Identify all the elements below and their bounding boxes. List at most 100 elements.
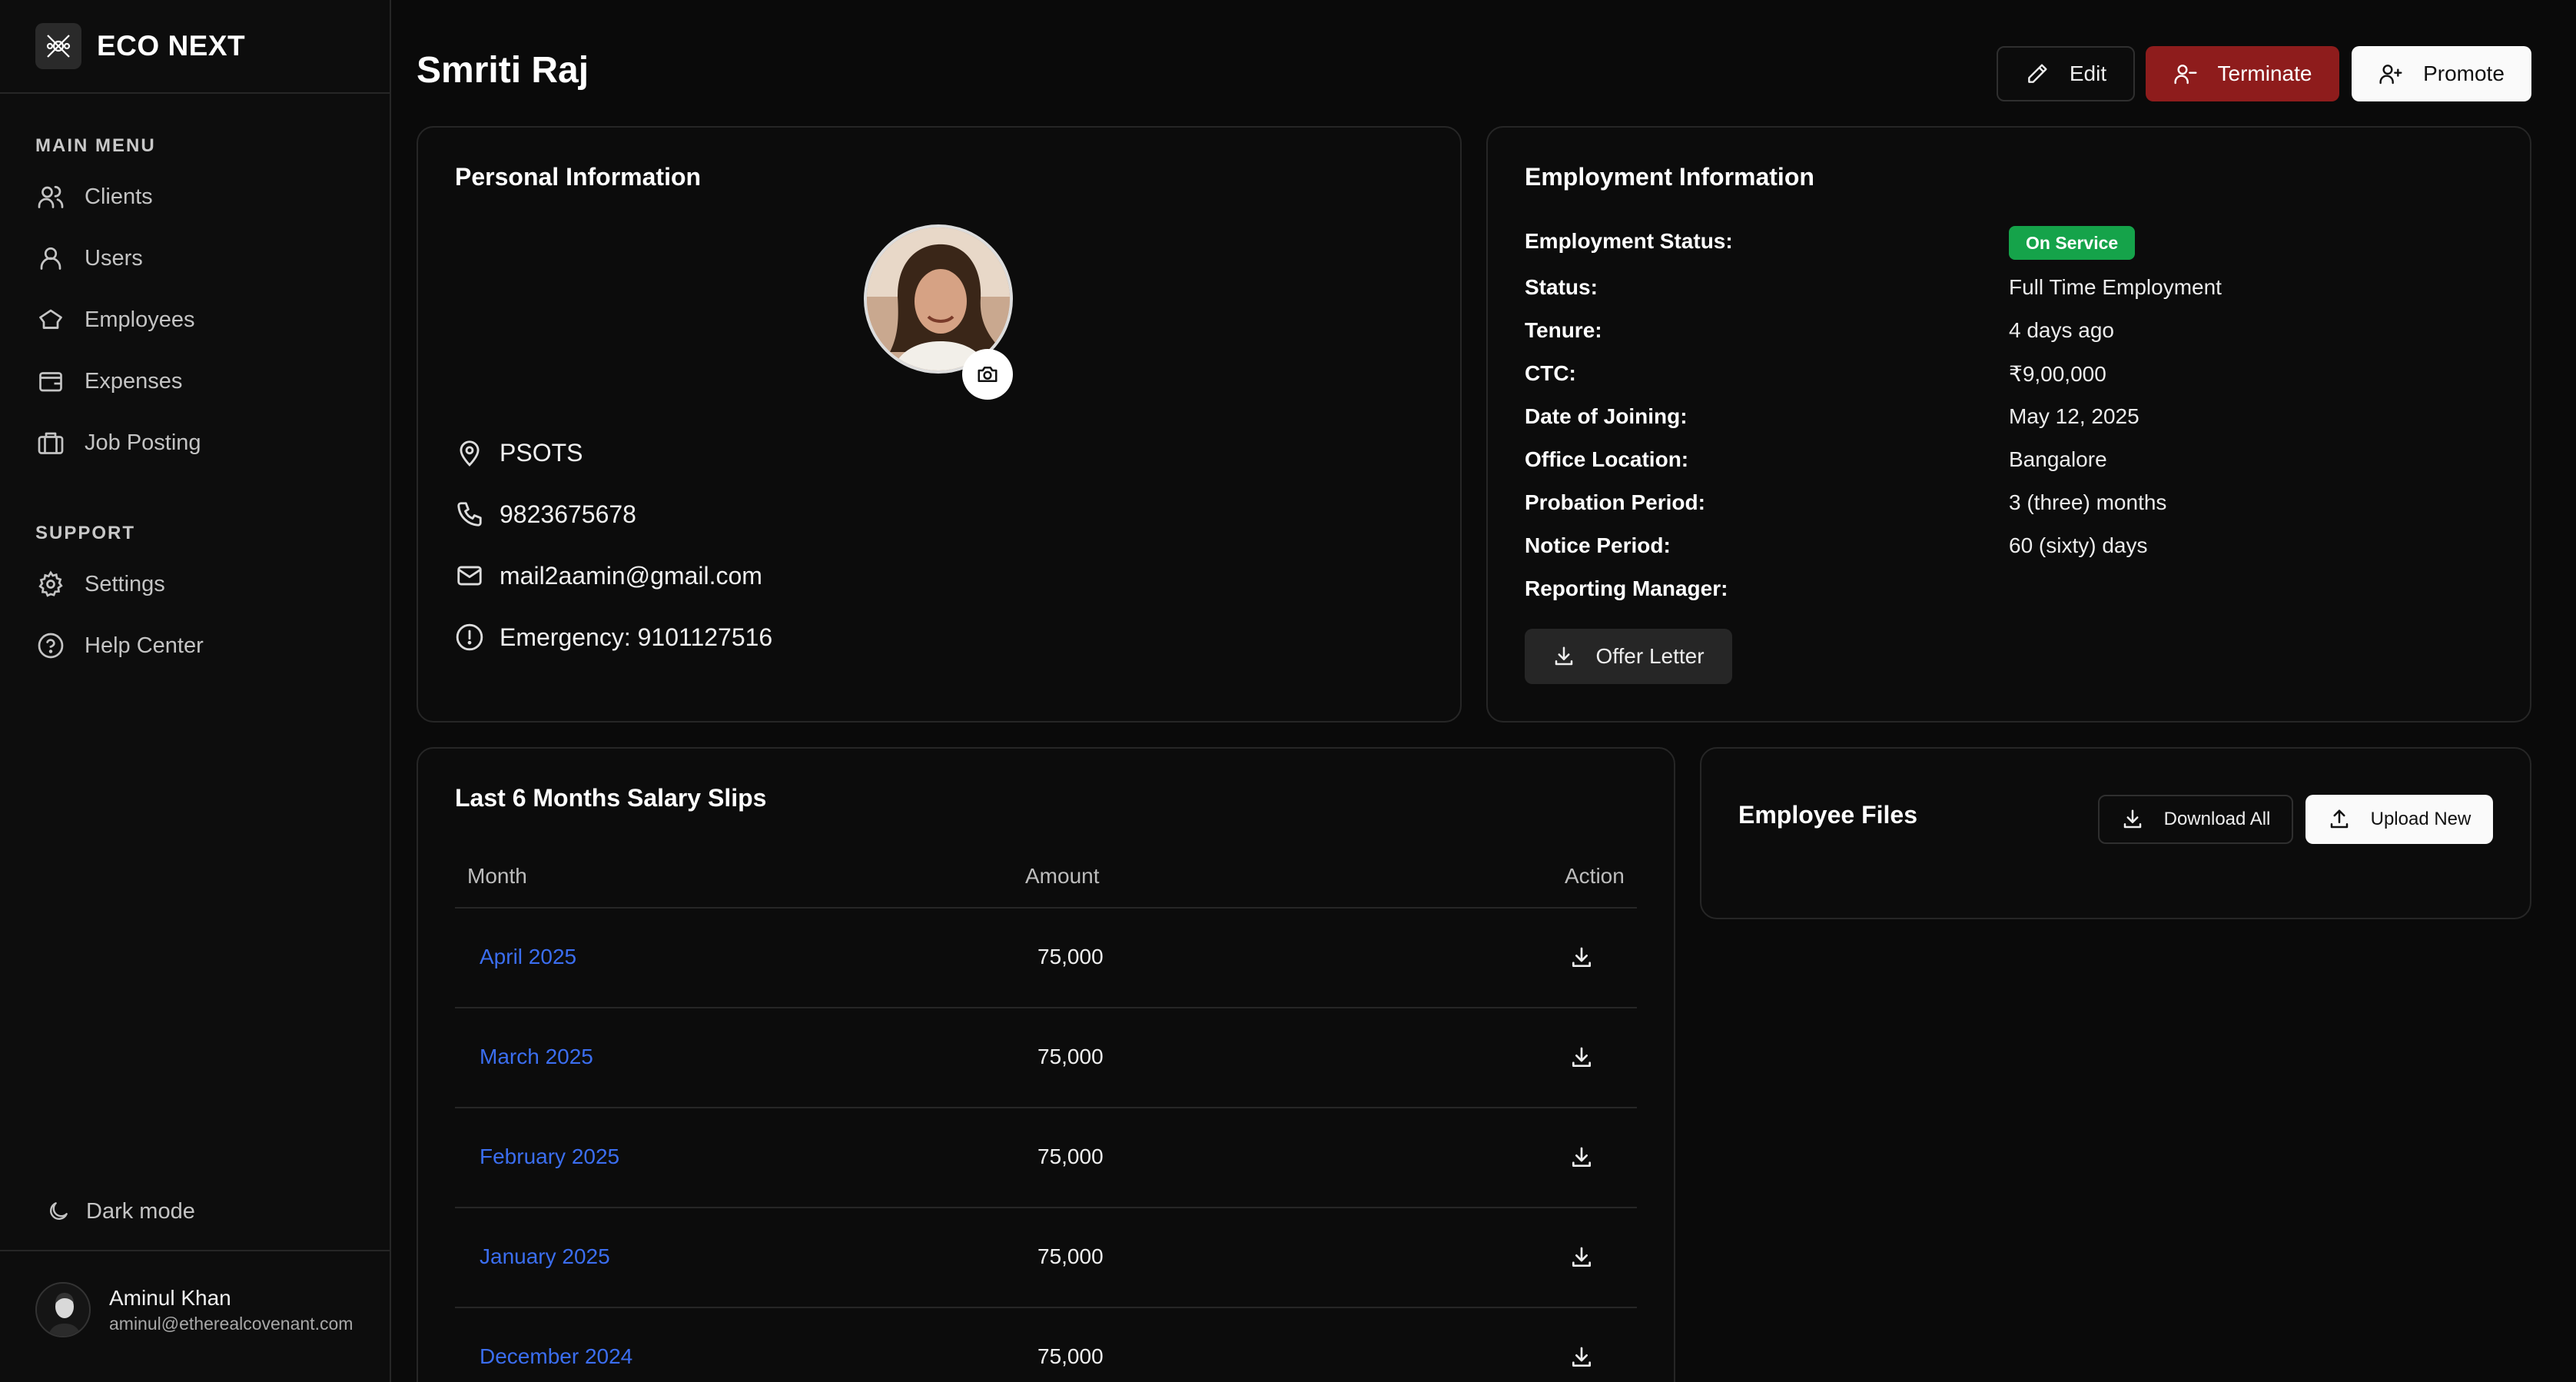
salary-month-link[interactable]: December 2024 — [480, 1344, 632, 1369]
sidebar-footer-divider — [0, 1250, 390, 1251]
sidebar-item-users[interactable]: Users — [35, 235, 143, 281]
users-group-icon — [35, 181, 66, 212]
sidebar-item-label: Settings — [85, 571, 165, 596]
edit-label: Edit — [2069, 61, 2107, 85]
support-title: SUPPORT — [35, 523, 136, 543]
phone-row: 9823675678 — [453, 498, 636, 530]
download-icon — [1569, 1045, 1594, 1070]
ctc-value: ₹9,00,000 — [2009, 362, 2106, 386]
email-row: mail2aamin@gmail.com — [453, 560, 762, 592]
phone-icon — [453, 498, 486, 530]
user-icon — [35, 243, 66, 274]
salary-month-link[interactable]: January 2025 — [480, 1244, 610, 1269]
download-slip-button[interactable] — [1568, 1044, 1595, 1071]
notice-period-label: Notice Period: — [1525, 533, 1671, 557]
salary-month-link[interactable]: March 2025 — [480, 1045, 593, 1069]
salary-amount: 75,000 — [1037, 1144, 1104, 1168]
terminate-button[interactable]: Terminate — [2146, 46, 2339, 101]
dark-mode-toggle[interactable]: Dark mode — [43, 1188, 195, 1234]
row-divider — [455, 1007, 1637, 1008]
offer-letter-label: Offer Letter — [1595, 644, 1705, 668]
personal-info-title: Personal Information — [455, 163, 702, 191]
sidebar-item-expenses[interactable]: Expenses — [35, 358, 182, 404]
office-location-value: Bangalore — [2009, 447, 2107, 471]
brand[interactable]: ECO NEXT — [0, 0, 390, 94]
sidebar-item-settings[interactable]: Settings — [35, 561, 165, 607]
sidebar-item-clients[interactable]: Clients — [35, 174, 153, 220]
user-plus-icon — [2378, 61, 2403, 86]
download-icon — [1569, 1245, 1594, 1270]
salary-amount: 75,000 — [1037, 945, 1104, 968]
sidebar-item-employees[interactable]: Employees — [35, 297, 194, 343]
current-user[interactable]: Aminul Khan aminul@etherealcovenant.com — [35, 1282, 353, 1337]
sidebar-item-help-center[interactable]: Help Center — [35, 623, 204, 669]
tenure-value: 4 days ago — [2009, 318, 2114, 342]
row-divider — [455, 1107, 1637, 1108]
salary-amount: 75,000 — [1037, 1344, 1104, 1368]
emergency-value: Emergency: 9101127516 — [500, 623, 773, 651]
employment-info-title: Employment Information — [1525, 163, 1814, 191]
brand-name: ECO NEXT — [97, 30, 246, 61]
ctc-label: CTC: — [1525, 361, 1576, 385]
notice-period-value: 60 (sixty) days — [2009, 533, 2148, 557]
download-icon — [1569, 1345, 1594, 1370]
salary-month-link[interactable]: February 2025 — [480, 1144, 619, 1169]
date-of-joining-value: May 12, 2025 — [2009, 404, 2139, 428]
briefcase-icon — [35, 427, 66, 458]
download-slip-button[interactable] — [1568, 1244, 1595, 1271]
user-minus-icon — [2173, 61, 2198, 86]
pencil-icon — [2025, 61, 2050, 86]
eco-next-logo-icon — [35, 23, 81, 69]
email-value: mail2aamin@gmail.com — [500, 561, 762, 590]
alert-circle-icon — [453, 621, 486, 653]
status-value: Full Time Employment — [2009, 275, 2222, 299]
header-divider — [455, 907, 1637, 909]
upload-new-button[interactable]: Upload New — [2305, 795, 2493, 844]
sidebar-item-job-posting[interactable]: Job Posting — [35, 420, 201, 466]
download-icon — [1569, 945, 1594, 970]
edit-button[interactable]: Edit — [1997, 46, 2135, 101]
promote-label: Promote — [2423, 61, 2505, 85]
sidebar-item-label: Employees — [85, 307, 195, 332]
column-month-header: Month — [467, 864, 527, 888]
download-icon — [1552, 645, 1575, 668]
dark-mode-label: Dark mode — [86, 1198, 195, 1224]
location-value: PSOTS — [500, 438, 583, 467]
salary-amount: 75,000 — [1037, 1045, 1104, 1068]
page-title: Smriti Raj — [417, 50, 589, 91]
employment-status-label: Employment Status: — [1525, 229, 1733, 253]
terminate-label: Terminate — [2217, 61, 2312, 85]
sidebar-item-label: Clients — [85, 184, 153, 209]
column-amount-header: Amount — [1025, 864, 1100, 888]
camera-icon — [976, 363, 999, 386]
download-all-button[interactable]: Download All — [2098, 795, 2293, 844]
phone-value: 9823675678 — [500, 500, 636, 528]
sidebar: ECO NEXT MAIN MENU Clients Users Employe… — [0, 0, 391, 1382]
change-photo-button[interactable] — [962, 349, 1013, 400]
user-email: aminul@etherealcovenant.com — [109, 1313, 354, 1334]
salary-month-link[interactable]: April 2025 — [480, 945, 576, 969]
status-badge: On Service — [2009, 226, 2136, 260]
employee-files-title: Employee Files — [1738, 801, 1917, 829]
salary-amount: 75,000 — [1037, 1244, 1104, 1268]
wallet-icon — [35, 366, 66, 397]
download-slip-button[interactable] — [1568, 1344, 1595, 1371]
date-of-joining-label: Date of Joining: — [1525, 404, 1688, 428]
download-slip-button[interactable] — [1568, 1144, 1595, 1171]
office-location-label: Office Location: — [1525, 447, 1689, 471]
gear-icon — [35, 569, 66, 600]
download-icon — [1569, 1145, 1594, 1170]
download-icon — [2121, 808, 2144, 831]
row-divider — [455, 1307, 1637, 1308]
upload-new-label: Upload New — [2370, 809, 2471, 829]
emergency-row: Emergency: 9101127516 — [453, 621, 772, 653]
download-slip-button[interactable] — [1568, 944, 1595, 972]
status-label: Status: — [1525, 275, 1598, 299]
sidebar-item-label: Help Center — [85, 633, 204, 658]
probation-period-value: 3 (three) months — [2009, 490, 2167, 514]
sidebar-item-label: Expenses — [85, 368, 183, 394]
offer-letter-button[interactable]: Offer Letter — [1525, 629, 1732, 684]
promote-button[interactable]: Promote — [2352, 46, 2531, 101]
tenure-label: Tenure: — [1525, 318, 1602, 342]
moon-icon — [43, 1196, 74, 1227]
